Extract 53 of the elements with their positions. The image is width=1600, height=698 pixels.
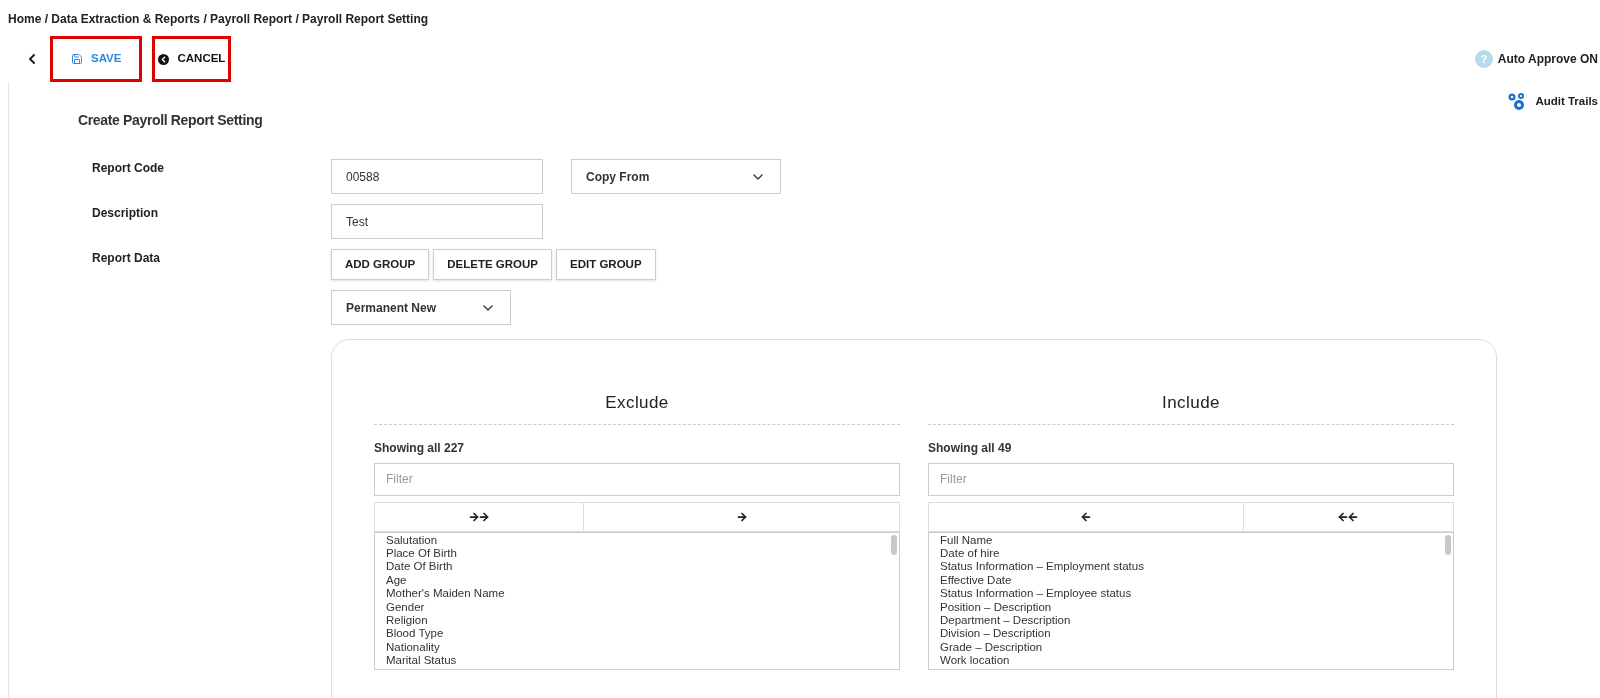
cancel-button[interactable]: CANCEL [152, 36, 232, 82]
list-item[interactable]: Blood Type [386, 627, 888, 641]
group-button[interactable]: EDIT GROUP [556, 249, 656, 280]
form-title: Create Payroll Report Setting [78, 111, 264, 130]
list-heading: Exclude [605, 392, 669, 414]
audit-trails-link[interactable]: Audit Trails [1535, 93, 1598, 111]
list-item[interactable]: Division – Description [940, 627, 1442, 641]
copy-from-dropdown[interactable]: Copy From [571, 159, 781, 194]
move-button[interactable] [928, 501, 1244, 532]
list-item[interactable]: Religion [386, 613, 888, 628]
group-button[interactable]: ADD GROUP [331, 249, 430, 280]
right-arrow-icon [735, 510, 748, 523]
report-code-field[interactable]: 00588 [331, 159, 543, 194]
field-label: Report Code [92, 160, 165, 177]
list-item[interactable]: Mother's Maiden Name [386, 587, 888, 601]
list-item[interactable]: Place Of Birth [386, 546, 888, 561]
description-field[interactable]: Test [331, 204, 543, 239]
move-button[interactable] [1243, 501, 1454, 532]
save-button[interactable]: SAVE [50, 36, 143, 82]
breadcrumb: Home / Data Extraction & Reports / Payroll Report / Payroll Report Setting [8, 11, 429, 28]
list-heading: Include [1162, 392, 1220, 414]
list-item[interactable]: Date Of Birth [386, 560, 888, 574]
filter-field[interactable]: Filter [374, 462, 900, 496]
list-item[interactable]: Gender [386, 600, 888, 614]
list-item[interactable]: Grade – Description [940, 640, 1442, 655]
list-item[interactable]: Full Name [940, 533, 1442, 547]
list-item[interactable]: Salutation [386, 533, 888, 547]
left-arrow-icon [1079, 510, 1092, 523]
list-item[interactable]: Date of hire [940, 546, 1442, 561]
list-item[interactable]: Department – Description [940, 613, 1442, 628]
save-icon [71, 53, 83, 65]
list-item[interactable]: Work location [940, 654, 1442, 668]
move-button[interactable] [374, 501, 585, 532]
auto-approve-status: Auto Approve ON [1497, 51, 1598, 68]
item-count: Showing all 49 [928, 439, 1013, 457]
move-button[interactable] [584, 501, 900, 532]
double-right-arrow-icon [468, 510, 491, 523]
list-item[interactable]: Position – Description [940, 600, 1442, 614]
list-item[interactable]: Marital Status [386, 654, 888, 668]
scrollbar-thumb[interactable] [1445, 534, 1451, 555]
scrollbar-thumb[interactable] [891, 534, 897, 555]
group-dropdown[interactable]: Permanent New [331, 290, 511, 325]
list-item[interactable]: Age [386, 573, 888, 588]
item-count: Showing all 227 [374, 439, 466, 457]
double-left-arrow-icon [1337, 510, 1360, 523]
field-label: Description [92, 205, 159, 222]
list-item[interactable]: Status Information – Employment status [940, 560, 1442, 574]
filter-field[interactable]: Filter [928, 462, 1454, 496]
list-item[interactable]: Effective Date [940, 573, 1442, 588]
list-item[interactable]: Status Information – Employee status [940, 587, 1442, 601]
field-label: Report Data [92, 250, 161, 267]
list-item[interactable]: Nationality [386, 640, 888, 655]
group-button[interactable]: DELETE GROUP [433, 249, 552, 280]
